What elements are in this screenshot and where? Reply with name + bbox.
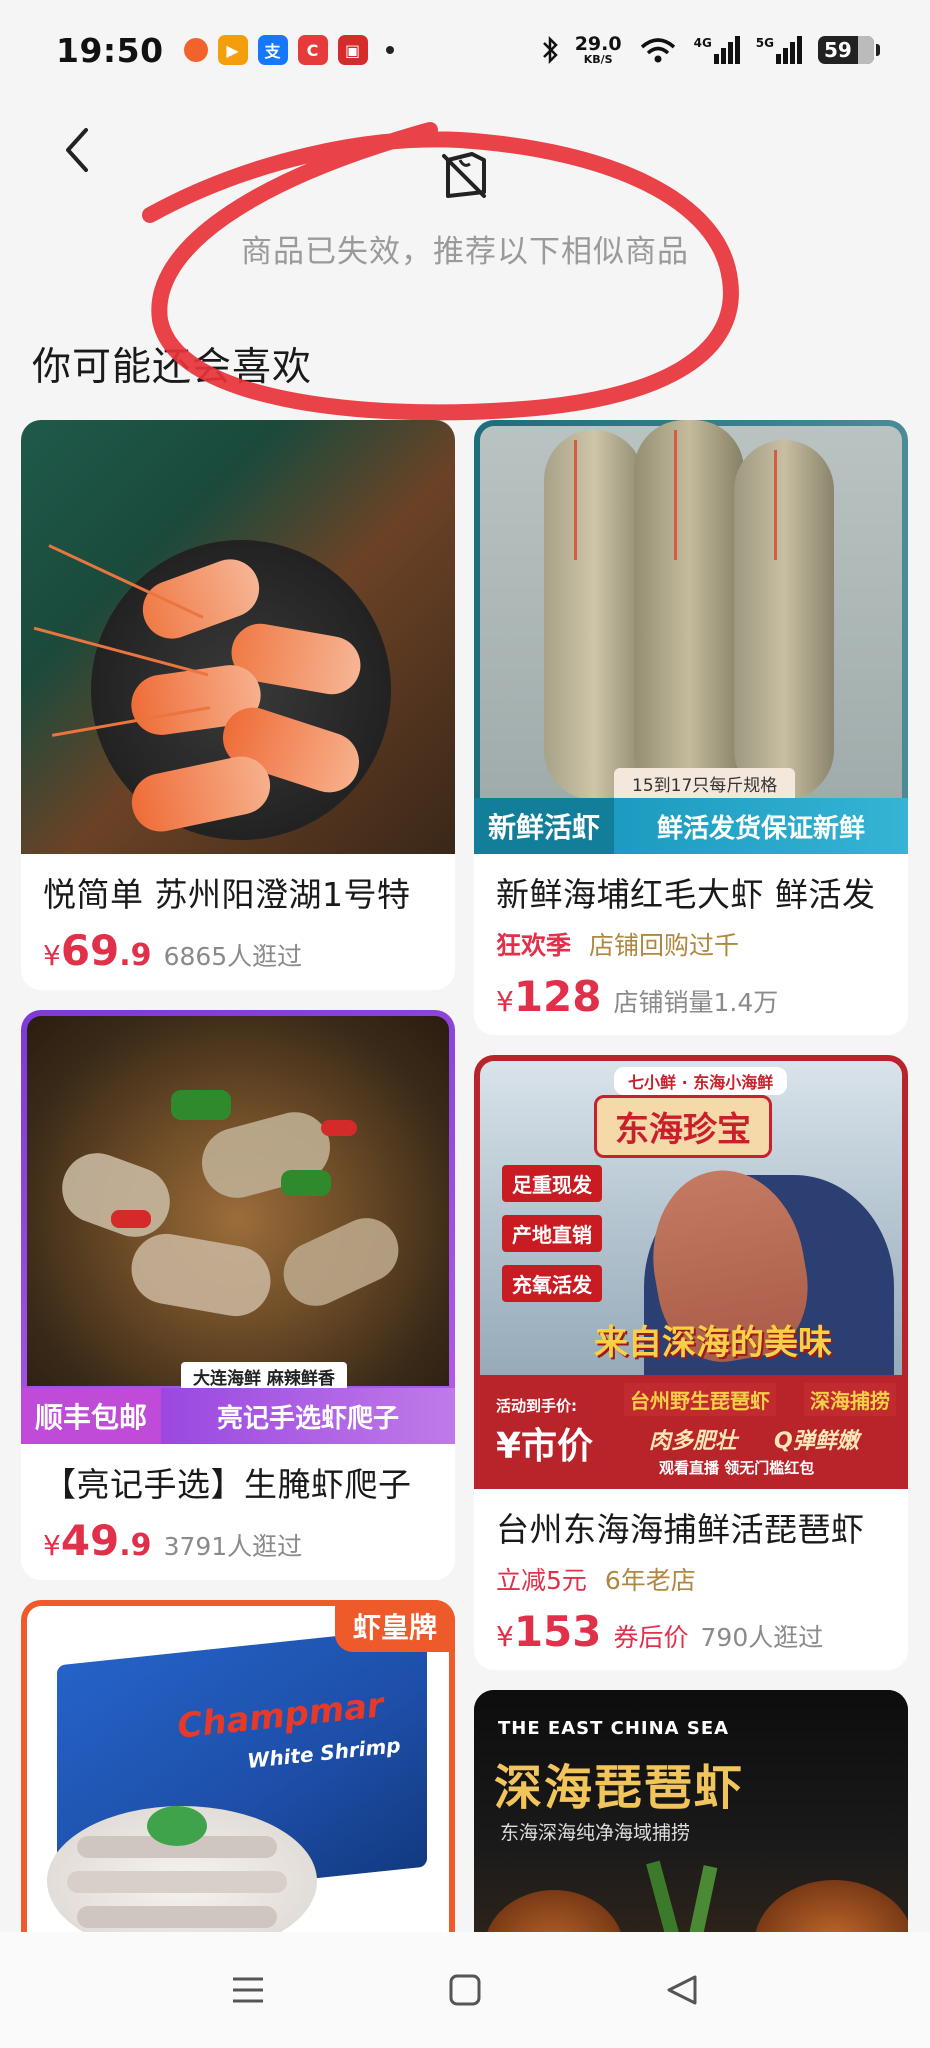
- alipay-icon: 支: [257, 35, 288, 65]
- product-info: 新鲜海埔红毛大虾 鲜活发 狂欢季 店铺回购过千 ¥128 店铺销量1.4万: [474, 854, 908, 1035]
- signal-4g: 4G: [694, 36, 740, 64]
- price-decimal: .9: [119, 1528, 152, 1563]
- price-symbol: ¥: [43, 939, 61, 972]
- promo-tag: 狂欢季: [496, 931, 572, 960]
- signal-4g-label: 4G: [693, 36, 712, 50]
- video-app-icon: ▶: [217, 35, 248, 65]
- image-top-text: THE EAST CHINA SEA: [498, 1718, 730, 1739]
- discount-tag: 立减5元: [496, 1566, 587, 1595]
- signal-5g: 5G: [756, 36, 802, 64]
- signal-5g-label: 5G: [755, 36, 774, 50]
- image-subtitle: 东海深海纯净海域捕捞: [500, 1822, 691, 1844]
- price-symbol: ¥: [496, 1620, 514, 1653]
- sales-count: 6865人逛过: [163, 942, 303, 971]
- image-banner: 新鲜活虾 鲜活发货保证新鲜: [474, 798, 908, 854]
- product-title: 【亮记手选】生腌虾爬子: [43, 1465, 412, 1504]
- battery-indicator: 59: [818, 36, 880, 64]
- image-feature: Q弹鲜嫩: [774, 1429, 859, 1454]
- price-integer: 153: [513, 1607, 602, 1656]
- image-subtitle: 大连海鲜 麻辣鲜香: [181, 1362, 347, 1391]
- price-integer: 128: [513, 972, 602, 1021]
- promo-tags: 狂欢季 店铺回购过千: [496, 926, 886, 962]
- app-notification-icon: [183, 38, 208, 62]
- home-button[interactable]: [435, 1960, 495, 2020]
- image-banner-left: 顺丰包邮: [21, 1388, 162, 1444]
- price-row: ¥49.9 3791人逛过: [43, 1516, 433, 1565]
- price-integer: 49: [60, 1516, 120, 1565]
- net-speed-value: 29.0: [574, 33, 622, 55]
- product-card[interactable]: 悦简单 苏州阳澄湖1号特 ¥69.9 6865人逛过: [21, 420, 455, 990]
- price-symbol: ¥: [496, 985, 514, 1018]
- back-nav-button[interactable]: [652, 1960, 712, 2020]
- price-row: ¥128 店铺销量1.4万: [496, 972, 886, 1021]
- invalid-product-message: 商品已失效，推荐以下相似商品: [241, 234, 689, 270]
- product-image[interactable]: [21, 420, 455, 854]
- sales-count: 790人逛过: [700, 1623, 824, 1652]
- square-icon: [449, 1974, 481, 2006]
- price-symbol: ¥: [43, 1529, 61, 1562]
- bluetooth-icon: [542, 35, 558, 65]
- product-title: 新鲜海埔红毛大虾 鲜活发: [496, 875, 876, 914]
- image-banner-right: 亮记手选虾爬子: [161, 1388, 455, 1444]
- section-title: 你可能还会喜欢: [32, 345, 313, 390]
- menu-icon: [233, 1977, 264, 2003]
- shop-tag: 店铺回购过千: [589, 931, 740, 960]
- status-time: 19:50: [56, 30, 164, 70]
- notification-icons: ▶ 支 C ▣: [183, 35, 394, 65]
- feature-chip: 充氧活发: [502, 1265, 602, 1302]
- price-integer: 69: [60, 926, 120, 975]
- shop-app-icon: ▣: [337, 35, 368, 65]
- back-button[interactable]: [52, 120, 102, 180]
- promo-tags: 立减5元 6年老店: [496, 1561, 886, 1597]
- product-info: 悦简单 苏州阳澄湖1号特 ¥69.9 6865人逛过: [21, 854, 455, 990]
- image-banner: 顺丰包邮 亮记手选虾爬子: [21, 1388, 455, 1444]
- product-info: 【亮记手选】生腌虾爬子 ¥49.9 3791人逛过: [21, 1444, 455, 1580]
- shop-tag: 6年老店: [604, 1566, 696, 1595]
- image-heading: 深海琵琶虾: [494, 1760, 745, 1816]
- price-suffix: 券后价: [613, 1623, 689, 1652]
- image-feature: 肉多肥壮: [649, 1429, 738, 1454]
- price-decimal: .9: [119, 938, 152, 973]
- product-image[interactable]: 大连海鲜 麻辣鲜香 顺丰包邮 亮记手选虾爬子: [21, 1010, 455, 1444]
- image-feature: 台州野生琵琶虾: [624, 1383, 776, 1416]
- menu-button[interactable]: [218, 1960, 278, 2020]
- image-banner-left: 新鲜活虾: [474, 798, 615, 854]
- image-slogan: 来自深海的美味: [594, 1323, 832, 1363]
- red-app-icon: C: [297, 35, 328, 65]
- sales-count: 店铺销量1.4万: [613, 988, 779, 1017]
- triangle-back-icon: [667, 1975, 697, 2005]
- product-title: 悦简单 苏州阳澄湖1号特: [43, 875, 411, 914]
- product-info: 台州东海海捕鲜活琵琶虾 立减5元 6年老店 ¥153 券后价 790人逛过: [474, 1489, 908, 1670]
- net-speed: 29.0 KB/S: [574, 33, 622, 66]
- feature-chip: 产地直销: [502, 1215, 602, 1252]
- image-heading: 东海珍宝: [594, 1095, 772, 1158]
- status-bar: 19:50 ▶ 支 C ▣ 29.0 KB/S 4G 5G 59: [0, 0, 930, 100]
- system-nav-bar: [0, 1932, 930, 2048]
- brand-badge: 虾皇牌: [334, 1600, 455, 1652]
- feature-chip: 足重现发: [502, 1165, 602, 1202]
- product-card[interactable]: 大连海鲜 麻辣鲜香 顺丰包邮 亮记手选虾爬子 【亮记手选】生腌虾爬子 ¥49.9…: [21, 1010, 455, 1580]
- product-image[interactable]: 七小鲜 · 东海小海鲜 东海珍宝 足重现发 产地直销 充氧活发 来自深海的美味 …: [474, 1055, 908, 1489]
- status-indicators: 29.0 KB/S 4G 5G 59: [541, 33, 880, 66]
- invalid-product-icon: [442, 152, 486, 198]
- image-feature: 深海捕捞: [804, 1383, 896, 1416]
- product-card[interactable]: 七小鲜 · 东海小海鲜 东海珍宝 足重现发 产地直销 充氧活发 来自深海的美味 …: [474, 1055, 908, 1670]
- battery-level: 59: [824, 38, 852, 62]
- product-card[interactable]: 15到17只每斤规格 新鲜活虾 鲜活发货保证新鲜 新鲜海埔红毛大虾 鲜活发 狂欢…: [474, 420, 908, 1035]
- image-price: ¥市价: [496, 1426, 594, 1467]
- spec-tag: 15到17只每斤规格: [614, 768, 796, 798]
- image-price-label: 活动到手价:: [496, 1397, 577, 1415]
- net-speed-unit: KB/S: [583, 53, 613, 66]
- wifi-icon: [640, 38, 675, 63]
- image-brand: 七小鲜 · 东海小海鲜: [614, 1067, 788, 1095]
- product-title: 台州东海海捕鲜活琵琶虾: [496, 1510, 865, 1549]
- sales-count: 3791人逛过: [163, 1532, 303, 1561]
- chevron-left-icon: [66, 128, 88, 172]
- image-banner-right: 鲜活发货保证新鲜: [614, 798, 908, 854]
- price-row: ¥153 券后价 790人逛过: [496, 1607, 886, 1656]
- image-feature: 观看直播 领无门槛红包: [659, 1459, 815, 1477]
- product-image[interactable]: 15到17只每斤规格 新鲜活虾 鲜活发货保证新鲜: [474, 420, 908, 854]
- price-row: ¥69.9 6865人逛过: [43, 926, 433, 975]
- more-notifications-icon: [385, 46, 394, 54]
